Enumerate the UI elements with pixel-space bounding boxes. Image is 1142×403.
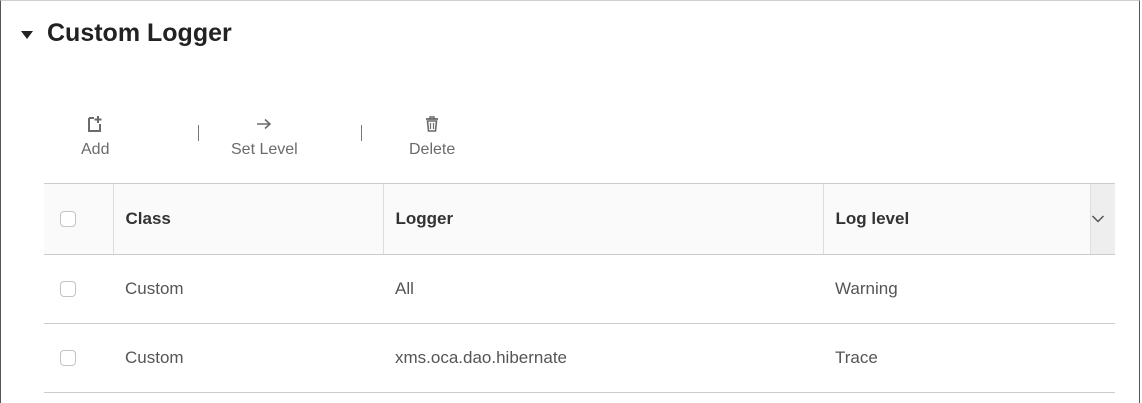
- delete-label: Delete: [409, 141, 456, 158]
- row-checkbox[interactable]: [60, 281, 76, 297]
- log-level-cell: Trace: [823, 323, 1115, 393]
- caret-down-icon[interactable]: [21, 30, 33, 39]
- table-row[interactable]: Custom xms.oca.dao.hibernate Trace: [44, 323, 1115, 393]
- toolbar-separator: [198, 125, 199, 141]
- logger-table: Class Logger Log level Custom All Warnin…: [44, 183, 1115, 393]
- trash-icon: [424, 113, 440, 135]
- row-checkbox[interactable]: [60, 350, 76, 366]
- chevron-down-icon: [1091, 209, 1105, 229]
- class-cell: Custom: [113, 323, 383, 393]
- set-level-label: Set Level: [231, 141, 298, 158]
- select-all-checkbox[interactable]: [60, 211, 76, 227]
- add-label: Add: [81, 141, 110, 158]
- table-row[interactable]: Custom All Warning: [44, 254, 1115, 324]
- logger-cell: All: [383, 254, 823, 324]
- column-header-class[interactable]: Class: [112, 183, 383, 255]
- set-level-button[interactable]: Set Level: [231, 113, 298, 159]
- custom-logger-panel: Custom Logger Add Set Level Delete Class…: [0, 0, 1140, 403]
- column-header-logger[interactable]: Logger: [382, 183, 823, 255]
- table-header-row: Class Logger Log level: [44, 183, 1115, 255]
- row-select-cell: [44, 323, 113, 393]
- delete-button[interactable]: Delete: [409, 113, 455, 159]
- logger-cell: xms.oca.dao.hibernate: [383, 323, 823, 393]
- toolbar-separator: [361, 125, 362, 141]
- row-select-cell: [44, 254, 113, 324]
- column-options-button[interactable]: [1089, 183, 1115, 255]
- log-level-cell: Warning: [823, 254, 1115, 324]
- section-header[interactable]: Custom Logger: [21, 19, 232, 48]
- select-all-cell: [44, 183, 113, 255]
- add-button[interactable]: Add: [81, 113, 109, 159]
- arrow-right-icon: [255, 113, 273, 135]
- add-icon: [86, 113, 104, 135]
- class-cell: Custom: [113, 254, 383, 324]
- section-title: Custom Logger: [47, 19, 232, 47]
- column-header-log-level[interactable]: Log level: [822, 183, 1090, 255]
